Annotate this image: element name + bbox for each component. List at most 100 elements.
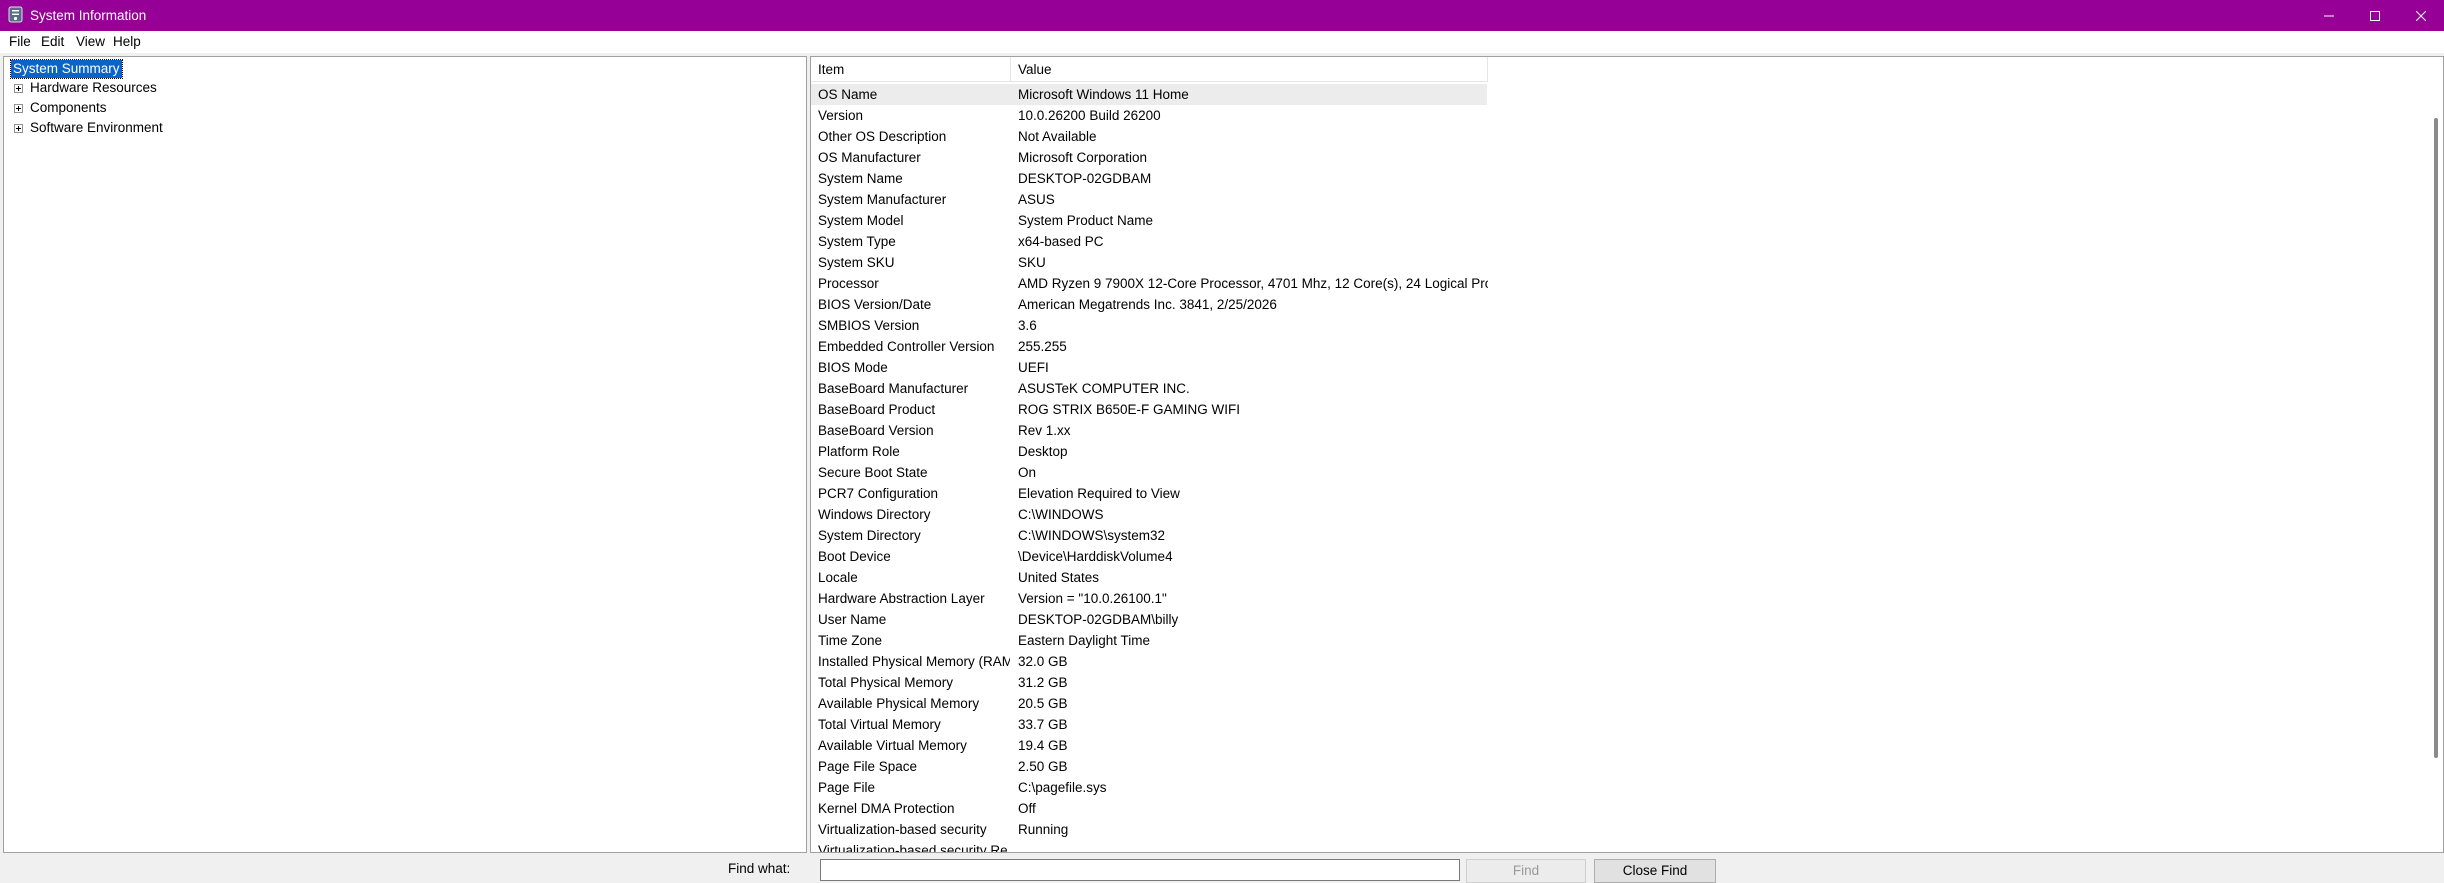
table-row[interactable]: Hardware Abstraction Layer Version = "10.… <box>811 588 1811 609</box>
table-row[interactable]: Boot Device \Device\HarddiskVolume4 <box>811 546 1811 567</box>
table-row[interactable]: SMBIOS Version 3.6 <box>811 315 1811 336</box>
row-value: Elevation Required to View <box>1018 486 1180 501</box>
row-item: User Name <box>818 612 887 627</box>
table-row[interactable]: Total Virtual Memory 33.7 GB <box>811 714 1811 735</box>
row-value: Microsoft Corporation <box>1018 150 1148 165</box>
row-item: Installed Physical Memory (RAM) <box>818 654 1010 669</box>
table-row[interactable]: System Name DESKTOP-02GDBAM <box>811 168 1811 189</box>
table-row[interactable]: System Model System Product Name <box>811 210 1811 231</box>
menu-bar: File Edit View Help <box>0 31 2444 53</box>
row-value: C:\WINDOWS <box>1018 507 1104 522</box>
column-header-value[interactable]: Value <box>1011 57 1488 82</box>
row-item: Total Virtual Memory <box>818 717 941 732</box>
table-row[interactable]: System Directory C:\WINDOWS\system32 <box>811 525 1811 546</box>
row-item: Processor <box>818 276 879 291</box>
table-row[interactable]: Installed Physical Memory (RAM) 32.0 GB <box>811 651 1811 672</box>
row-item: OS Name <box>818 87 878 102</box>
table-row[interactable]: Page File C:\pagefile.sys <box>811 777 1811 798</box>
close-button[interactable] <box>2398 0 2444 31</box>
system-information-icon <box>8 6 23 23</box>
table-row[interactable]: Total Physical Memory 31.2 GB <box>811 672 1811 693</box>
table-row[interactable]: Locale United States <box>811 567 1811 588</box>
row-value: Eastern Daylight Time <box>1018 633 1151 648</box>
menu-help[interactable]: Help <box>113 34 141 49</box>
table-row[interactable]: Virtualization-based security Re... <box>811 840 1811 852</box>
row-value: DESKTOP-02GDBAM <box>1018 171 1152 186</box>
row-item: Other OS Description <box>818 129 947 144</box>
row-item: System Directory <box>818 528 921 543</box>
table-row[interactable]: Platform Role Desktop <box>811 441 1811 462</box>
table-row[interactable]: Page File Space 2.50 GB <box>811 756 1811 777</box>
expand-hardware-resources-icon[interactable] <box>14 84 23 93</box>
table-row[interactable]: BaseBoard Product ROG STRIX B650E-F GAMIN… <box>811 399 1811 420</box>
vertical-scrollbar[interactable] <box>2430 108 2442 758</box>
menu-edit[interactable]: Edit <box>41 34 64 49</box>
row-value: Version = "10.0.26100.1" <box>1018 591 1167 606</box>
details-list[interactable]: Item Value OS Name Microsoft Windows 11 H… <box>810 56 2444 853</box>
table-row[interactable]: OS Name Microsoft Windows 11 Home <box>811 84 1487 105</box>
table-row[interactable]: Other OS Description Not Available <box>811 126 1811 147</box>
category-tree[interactable]: System Summary Hardware Resources Compon… <box>3 56 807 853</box>
table-row[interactable]: System SKU SKU <box>811 252 1811 273</box>
row-item: BaseBoard Product <box>818 402 936 417</box>
expand-components-icon[interactable] <box>14 104 23 113</box>
find-button[interactable]: Find <box>1466 859 1586 883</box>
row-item: Page File <box>818 780 876 795</box>
table-row[interactable]: BaseBoard Version Rev 1.xx <box>811 420 1811 441</box>
find-input[interactable] <box>820 859 1460 881</box>
row-item: OS Manufacturer <box>818 150 921 165</box>
menu-view[interactable]: View <box>76 34 105 49</box>
table-row[interactable]: Virtualization-based security Running <box>811 819 1811 840</box>
table-row[interactable]: BaseBoard Manufacturer ASUSTeK COMPUTER I… <box>811 378 1811 399</box>
row-value: C:\WINDOWS\system32 <box>1018 528 1166 543</box>
row-item: BIOS Version/Date <box>818 297 932 312</box>
row-value: 33.7 GB <box>1018 717 1068 732</box>
table-row[interactable]: System Manufacturer ASUS <box>811 189 1811 210</box>
row-value: On <box>1018 465 1037 480</box>
tree-item-system-summary[interactable]: System Summary <box>10 59 123 79</box>
tree-item-hardware-resources[interactable]: Hardware Resources <box>30 79 157 97</box>
table-row[interactable]: Available Virtual Memory 19.4 GB <box>811 735 1811 756</box>
table-row[interactable]: BIOS Version/Date American Megatrends Inc… <box>811 294 1811 315</box>
row-value: 31.2 GB <box>1018 675 1068 690</box>
tree-item-components[interactable]: Components <box>30 99 107 117</box>
table-row[interactable]: PCR7 Configuration Elevation Required to … <box>811 483 1811 504</box>
minimize-button[interactable] <box>2306 0 2352 31</box>
table-row[interactable]: OS Manufacturer Microsoft Corporation <box>811 147 1811 168</box>
close-find-button[interactable]: Close Find <box>1594 859 1716 883</box>
row-item: BaseBoard Manufacturer <box>818 381 969 396</box>
table-row[interactable]: Time Zone Eastern Daylight Time <box>811 630 1811 651</box>
table-row[interactable]: Secure Boot State On <box>811 462 1811 483</box>
row-value: Running <box>1018 822 1069 837</box>
table-row[interactable]: Embedded Controller Version 255.255 <box>811 336 1811 357</box>
row-value: Off <box>1018 801 1036 816</box>
table-row[interactable]: Available Physical Memory 20.5 GB <box>811 693 1811 714</box>
table-row[interactable]: Windows Directory C:\WINDOWS <box>811 504 1811 525</box>
row-value: 20.5 GB <box>1018 696 1068 711</box>
row-item: System Manufacturer <box>818 192 947 207</box>
row-item: Page File Space <box>818 759 918 774</box>
row-value: 19.4 GB <box>1018 738 1068 753</box>
row-item: Platform Role <box>818 444 900 459</box>
row-item: Time Zone <box>818 633 883 648</box>
table-row[interactable]: BIOS Mode UEFI <box>811 357 1811 378</box>
expand-software-environment-icon[interactable] <box>14 124 23 133</box>
table-row[interactable]: System Type x64-based PC <box>811 231 1811 252</box>
menu-file[interactable]: File <box>9 34 31 49</box>
table-row[interactable]: User Name DESKTOP-02GDBAM\billy <box>811 609 1811 630</box>
row-item: Total Physical Memory <box>818 675 954 690</box>
row-value: ROG STRIX B650E-F GAMING WIFI <box>1018 402 1241 417</box>
row-value: Not Available <box>1018 129 1097 144</box>
row-item: PCR7 Configuration <box>818 486 939 501</box>
row-value: American Megatrends Inc. 3841, 2/25/2026 <box>1018 297 1277 312</box>
maximize-button[interactable] <box>2352 0 2398 31</box>
table-row[interactable]: Kernel DMA Protection Off <box>811 798 1811 819</box>
tree-item-software-environment[interactable]: Software Environment <box>30 119 163 137</box>
row-value: 10.0.26200 Build 26200 <box>1018 108 1161 123</box>
row-item: Kernel DMA Protection <box>818 801 955 816</box>
table-row[interactable]: Processor AMD Ryzen 9 7900X 12-Core Proce… <box>811 273 1811 294</box>
row-item: Embedded Controller Version <box>818 339 995 354</box>
scrollbar-thumb[interactable] <box>2434 118 2438 758</box>
table-row[interactable]: Version 10.0.26200 Build 26200 <box>811 105 1811 126</box>
column-header-item[interactable]: Item <box>811 57 1011 82</box>
